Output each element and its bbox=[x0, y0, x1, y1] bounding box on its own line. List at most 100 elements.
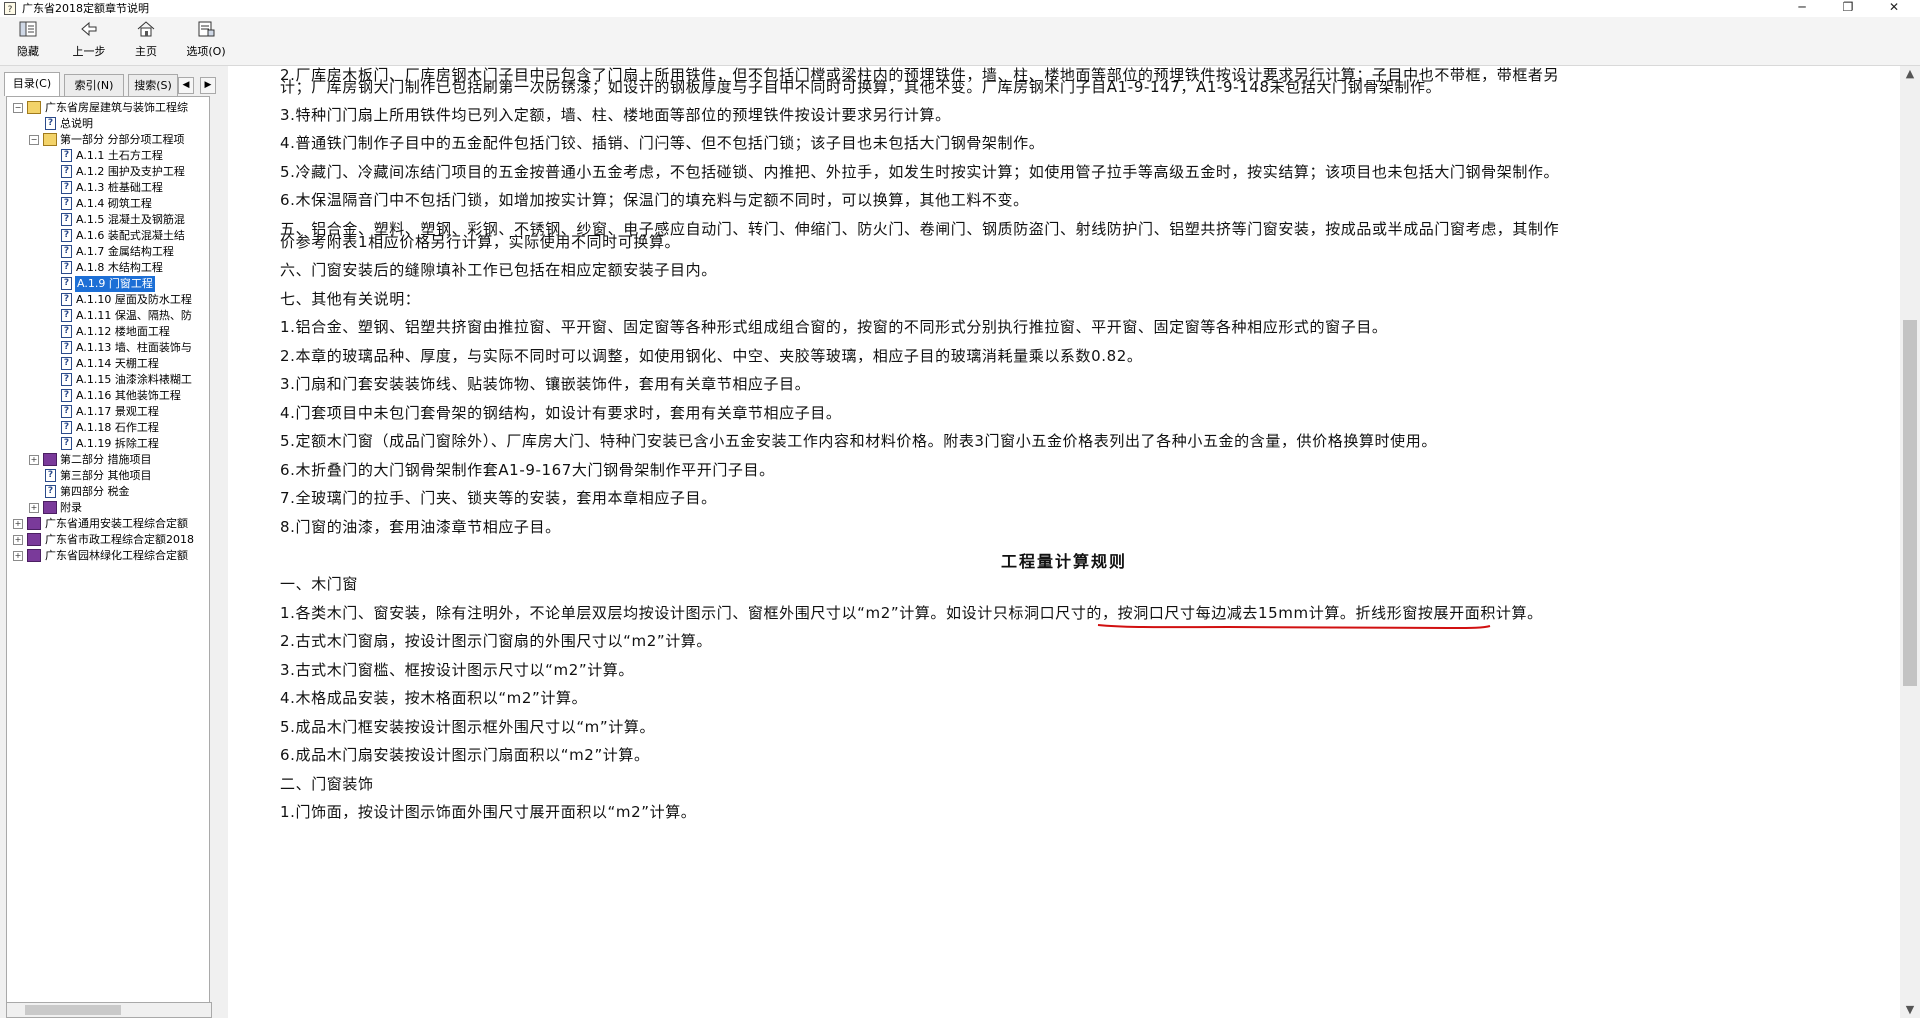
tree-item[interactable]: ? A.1.13 墙、柱面装饰与 bbox=[7, 340, 207, 356]
home-button[interactable]: 主页 bbox=[126, 19, 166, 63]
help-page-icon: ? bbox=[61, 293, 72, 306]
paragraph: 3.特种门门扇上所用铁件均已列入定额，墙、柱、楼地面等部位的预埋铁件按设计要求另… bbox=[280, 106, 951, 124]
scroll-up-arrow-icon[interactable]: ▲ bbox=[1900, 66, 1920, 82]
help-page-icon: ? bbox=[61, 389, 72, 402]
tree-node-general[interactable]: ? 总说明 bbox=[7, 116, 207, 132]
closed-book-icon bbox=[27, 533, 41, 546]
tree-label: 广东省通用安装工程综合定额 bbox=[45, 517, 188, 530]
tree-label: A.1.2 围护及支护工程 bbox=[76, 165, 185, 178]
paragraph: 2.古式木门窗扇，按设计图示门窗扇的外围尺寸以“m2”计算。 bbox=[280, 632, 713, 650]
paragraph: 一、木门窗 bbox=[280, 575, 359, 593]
toolbar: 隐藏 上一步 主页 选项(O) bbox=[0, 17, 1920, 66]
tab-search[interactable]: 搜索(S) bbox=[128, 74, 178, 96]
back-label: 上一步 bbox=[72, 45, 106, 58]
tree-node-part2[interactable]: + 第二部分 措施项目 bbox=[7, 452, 207, 468]
collapse-icon[interactable]: − bbox=[29, 135, 39, 145]
tree-label: A.1.9 门窗工程 bbox=[75, 276, 155, 292]
expand-icon[interactable]: + bbox=[13, 551, 23, 561]
tree-label: A.1.13 墙、柱面装饰与 bbox=[76, 341, 192, 354]
tree-label: A.1.7 金属结构工程 bbox=[76, 245, 174, 258]
tree-item[interactable]: ? A.1.19 拆除工程 bbox=[7, 436, 207, 452]
scroll-down-arrow-icon[interactable]: ▼ bbox=[1900, 1002, 1920, 1018]
tree-item[interactable]: ? A.1.14 天棚工程 bbox=[7, 356, 207, 372]
tree-label: A.1.6 装配式混凝土结 bbox=[76, 229, 185, 242]
paragraph: 5.成品木门框安装按设计图示框外围尺寸以“m”计算。 bbox=[280, 718, 656, 736]
help-page-icon: ? bbox=[61, 357, 72, 370]
tree-horizontal-scrollbar[interactable] bbox=[6, 1002, 212, 1018]
content-vertical-scrollbar[interactable]: ▲ ▼ bbox=[1900, 66, 1920, 1018]
tree-node-part4[interactable]: ? 第四部分 税金 bbox=[7, 484, 207, 500]
paragraph: 价参考附表1相应价格另行计算，实际使用不同时可换算。 bbox=[280, 233, 681, 251]
restore-button[interactable]: ❐ bbox=[1828, 0, 1868, 17]
tree-item[interactable]: ? A.1.18 石作工程 bbox=[7, 420, 207, 436]
tree-node-root[interactable]: − 广东省房屋建筑与装饰工程综 bbox=[7, 100, 207, 116]
closed-book-icon bbox=[43, 501, 57, 514]
tree-label: 广东省园林绿化工程综合定额 bbox=[45, 549, 188, 562]
contents-tree: − 广东省房屋建筑与装饰工程综 ? 总说明 − 第一部分 分部分项工程项 ? A.… bbox=[6, 96, 210, 1006]
scroll-thumb[interactable] bbox=[1903, 320, 1917, 686]
svg-text:?: ? bbox=[8, 5, 13, 15]
paragraph: 4.门套项目中未包门套骨架的钢结构，如设计有要求时，套用有关章节相应子目。 bbox=[280, 404, 842, 422]
help-page-icon: ? bbox=[61, 165, 72, 178]
help-page-icon: ? bbox=[61, 309, 72, 322]
tree-node-part1[interactable]: − 第一部分 分部分项工程项 bbox=[7, 132, 207, 148]
tree-item[interactable]: ? A.1.8 木结构工程 bbox=[7, 260, 207, 276]
tree-item[interactable]: ? A.1.16 其他装饰工程 bbox=[7, 388, 207, 404]
nav-tabs: 目录(C) 索引(N) 搜索(S) ◀ ▶ bbox=[4, 72, 218, 96]
back-button[interactable]: 上一步 bbox=[66, 19, 112, 63]
closed-book-icon bbox=[27, 549, 41, 562]
tree-item[interactable]: ? A.1.11 保温、隔热、防 bbox=[7, 308, 207, 324]
tree-item-selected[interactable]: ? A.1.9 门窗工程 bbox=[7, 276, 207, 292]
tree-item[interactable]: ? A.1.2 围护及支护工程 bbox=[7, 164, 207, 180]
tree-item[interactable]: ? A.1.3 桩基础工程 bbox=[7, 180, 207, 196]
expand-icon[interactable]: + bbox=[13, 519, 23, 529]
tree-label: 第四部分 税金 bbox=[60, 485, 130, 498]
tab-contents[interactable]: 目录(C) bbox=[4, 72, 60, 96]
paragraph: 6.木保温隔音门中不包括门锁，如增加按实计算；保温门的填充料与定额不同时，可以换… bbox=[280, 191, 1029, 209]
tree-item[interactable]: ? A.1.15 油漆涂料裱糊工 bbox=[7, 372, 207, 388]
minimize-button[interactable]: ─ bbox=[1782, 0, 1822, 17]
navigation-pane: 目录(C) 索引(N) 搜索(S) ◀ ▶ − 广东省房屋建筑与装饰工程综 ? … bbox=[0, 66, 220, 1018]
tree-label: A.1.17 景观工程 bbox=[76, 405, 159, 418]
paragraph: 计；厂库房钢大门制作已包括刷第一次防锈漆；如设计的钢板厚度与子目中不同时可换算，… bbox=[280, 78, 1442, 96]
tree-item[interactable]: ? A.1.4 砌筑工程 bbox=[7, 196, 207, 212]
paragraph: 二、门窗装饰 bbox=[280, 775, 374, 793]
tree-label: A.1.10 屋面及防水工程 bbox=[76, 293, 192, 306]
tree-node-appendix[interactable]: + 附录 bbox=[7, 500, 207, 516]
paragraph: 3.门扇和门套安装装饰线、贴装饰物、镶嵌装饰件，套用有关章节相应子目。 bbox=[280, 375, 811, 393]
tree-node-book-garden[interactable]: + 广东省园林绿化工程综合定额 bbox=[7, 548, 207, 564]
tree-node-book-municipal[interactable]: + 广东省市政工程综合定额2018 bbox=[7, 532, 207, 548]
tree-item[interactable]: ? A.1.7 金属结构工程 bbox=[7, 244, 207, 260]
help-page-icon: ? bbox=[61, 245, 72, 258]
tree-label: 第二部分 措施项目 bbox=[60, 453, 152, 466]
section-heading: 工程量计算规则 bbox=[1000, 552, 1127, 571]
open-book-icon bbox=[27, 101, 41, 114]
document-content: 2.厂库房木板门、厂库房钢木门子目中已包含了门扇上所用铁件，但不包括门樘或梁柱内… bbox=[228, 66, 1900, 1018]
home-icon bbox=[126, 19, 166, 43]
tree-item[interactable]: ? A.1.17 景观工程 bbox=[7, 404, 207, 420]
tree-item[interactable]: ? A.1.1 土石方工程 bbox=[7, 148, 207, 164]
tree-item[interactable]: ? A.1.6 装配式混凝土结 bbox=[7, 228, 207, 244]
expand-icon[interactable]: + bbox=[13, 535, 23, 545]
tree-item[interactable]: ? A.1.12 楼地面工程 bbox=[7, 324, 207, 340]
tabs-next-arrow-icon[interactable]: ▶ bbox=[200, 77, 216, 94]
tree-node-book-install[interactable]: + 广东省通用安装工程综合定额 bbox=[7, 516, 207, 532]
tree-item[interactable]: ? A.1.5 混凝土及钢筋混 bbox=[7, 212, 207, 228]
help-page-icon: ? bbox=[61, 437, 72, 450]
expand-icon[interactable]: + bbox=[29, 455, 39, 465]
help-page-icon: ? bbox=[61, 197, 72, 210]
tab-index[interactable]: 索引(N) bbox=[64, 74, 124, 96]
tree-item[interactable]: ? A.1.10 屋面及防水工程 bbox=[7, 292, 207, 308]
tree-node-part3[interactable]: ? 第三部分 其他项目 bbox=[7, 468, 207, 484]
tree-label: A.1.1 土石方工程 bbox=[76, 149, 163, 162]
collapse-icon[interactable]: − bbox=[13, 103, 23, 113]
paragraph: 1.铝合金、塑钢、铝塑共挤窗由推拉窗、平开窗、固定窗等各种形式组成组合窗的，按窗… bbox=[280, 318, 1388, 336]
scroll-thumb[interactable] bbox=[25, 1005, 121, 1015]
options-button[interactable]: 选项(O) bbox=[182, 19, 230, 63]
tabs-prev-arrow-icon[interactable]: ◀ bbox=[178, 77, 194, 94]
close-button[interactable]: ✕ bbox=[1874, 0, 1914, 17]
hide-button[interactable]: 隐藏 bbox=[8, 19, 48, 63]
expand-icon[interactable]: + bbox=[29, 503, 39, 513]
options-label: 选项(O) bbox=[186, 45, 226, 58]
help-page-icon: ? bbox=[61, 325, 72, 338]
